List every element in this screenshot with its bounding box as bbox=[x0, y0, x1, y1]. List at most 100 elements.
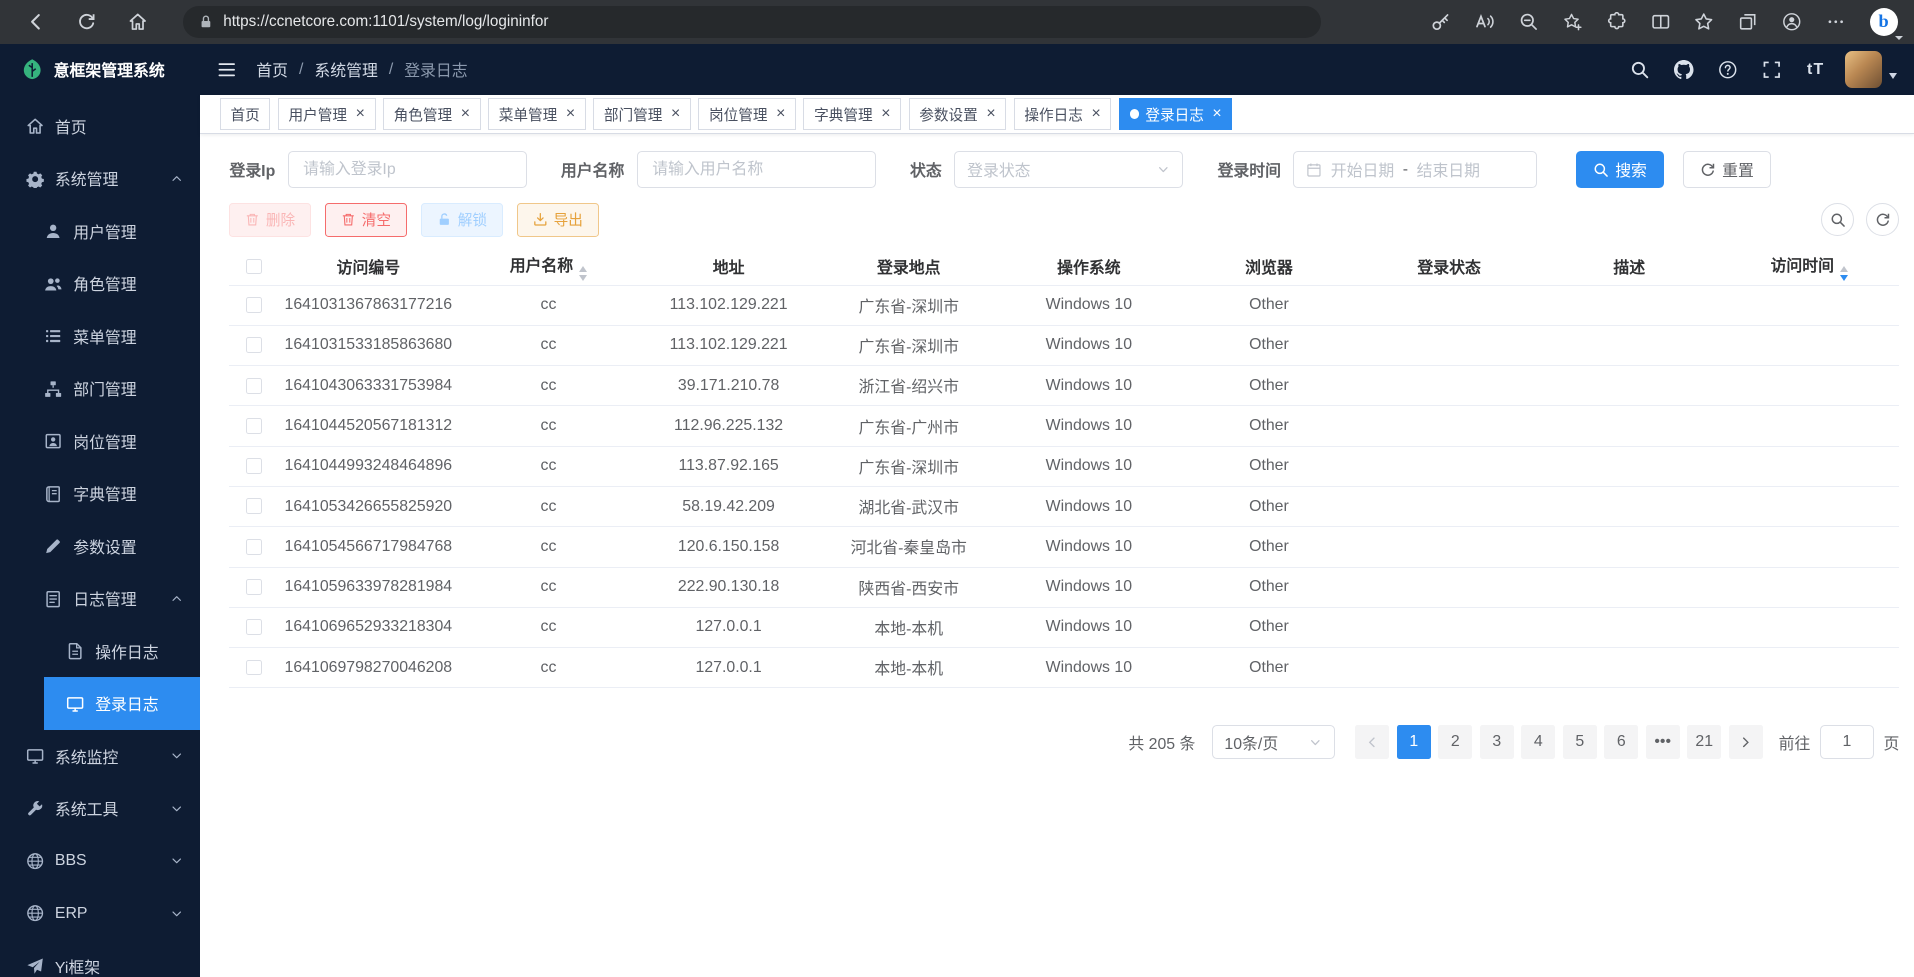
favorites-icon[interactable] bbox=[1686, 4, 1723, 41]
app-logo[interactable]: 意框架管理系统 bbox=[0, 44, 200, 95]
add-favorite-icon[interactable] bbox=[1554, 4, 1591, 41]
sidebar-item-system-management[interactable]: 系统管理 bbox=[0, 153, 200, 205]
tab-home[interactable]: 首页 bbox=[220, 98, 271, 130]
more-pages-button[interactable]: ••• bbox=[1646, 725, 1680, 759]
tab-dict-management[interactable]: 字典管理× bbox=[803, 98, 901, 130]
login-time-range-picker[interactable]: 开始日期 - 结束日期 bbox=[1293, 151, 1537, 188]
sidebar-item-user-management[interactable]: 用户管理 bbox=[0, 205, 200, 257]
browser-home-icon[interactable] bbox=[120, 4, 157, 41]
sidebar-item-dict-management[interactable]: 字典管理 bbox=[0, 467, 200, 519]
search-button[interactable]: 搜索 bbox=[1576, 151, 1663, 188]
close-tab-icon[interactable]: × bbox=[776, 106, 785, 122]
font-size-icon[interactable]: tT bbox=[1801, 55, 1830, 84]
unlock-button[interactable]: 解锁 bbox=[421, 203, 502, 237]
sidebar-item-bbs[interactable]: BBS bbox=[0, 835, 200, 887]
prev-page-button[interactable] bbox=[1355, 725, 1389, 759]
sidebar-item-system-monitor[interactable]: 系统监控 bbox=[0, 730, 200, 782]
row-checkbox[interactable] bbox=[246, 619, 262, 635]
read-aloud-icon[interactable] bbox=[1466, 4, 1503, 41]
browser-back-icon[interactable] bbox=[17, 4, 54, 41]
close-tab-icon[interactable]: × bbox=[1212, 106, 1221, 122]
row-checkbox[interactable] bbox=[246, 378, 262, 394]
select-all-checkbox[interactable] bbox=[246, 259, 262, 275]
collections-icon[interactable] bbox=[1730, 4, 1767, 41]
row-checkbox[interactable] bbox=[246, 498, 262, 514]
goto-label: 前往 bbox=[1779, 731, 1811, 754]
tab-login-log[interactable]: 登录日志× bbox=[1119, 98, 1233, 130]
tab-dept-management[interactable]: 部门管理× bbox=[593, 98, 691, 130]
close-tab-icon[interactable]: × bbox=[881, 106, 890, 122]
browser-profile-icon[interactable] bbox=[1774, 4, 1811, 41]
copilot-icon[interactable]: b bbox=[1863, 4, 1905, 41]
sort-carets-icon[interactable] bbox=[579, 266, 587, 280]
address-bar[interactable]: https://ccnetcore.com:1101/system/log/lo… bbox=[183, 6, 1321, 38]
user-avatar[interactable] bbox=[1845, 51, 1882, 88]
reset-button[interactable]: 重置 bbox=[1683, 151, 1770, 188]
user-name-input[interactable] bbox=[637, 151, 876, 188]
page-button-4[interactable]: 4 bbox=[1521, 725, 1555, 759]
breadcrumb-system-management[interactable]: 系统管理 bbox=[314, 58, 377, 81]
password-manager-icon[interactable] bbox=[1422, 4, 1459, 41]
delete-button[interactable]: 删除 bbox=[229, 203, 310, 237]
sidebar-item-login-log[interactable]: 登录日志 bbox=[44, 677, 200, 729]
row-checkbox[interactable] bbox=[246, 458, 262, 474]
extensions-icon[interactable] bbox=[1598, 4, 1635, 41]
toggle-search-button[interactable] bbox=[1821, 203, 1854, 236]
zoom-icon[interactable] bbox=[1510, 4, 1547, 41]
sidebar-item-home[interactable]: 首页 bbox=[0, 100, 200, 152]
close-tab-icon[interactable]: × bbox=[1091, 106, 1100, 122]
close-tab-icon[interactable]: × bbox=[356, 106, 365, 122]
sidebar-item-yi-framework[interactable]: Yi框架 bbox=[0, 940, 200, 977]
status-select[interactable]: 登录状态 bbox=[954, 151, 1183, 188]
refresh-table-button[interactable] bbox=[1866, 203, 1899, 236]
sidebar-item-log-management[interactable]: 日志管理 bbox=[0, 572, 200, 624]
close-tab-icon[interactable]: × bbox=[671, 106, 680, 122]
close-tab-icon[interactable]: × bbox=[566, 106, 575, 122]
tab-role-management[interactable]: 角色管理× bbox=[383, 98, 481, 130]
close-tab-icon[interactable]: × bbox=[986, 106, 995, 122]
page-button-6[interactable]: 6 bbox=[1604, 725, 1638, 759]
help-icon[interactable] bbox=[1713, 55, 1742, 84]
sidebar-item-param-settings[interactable]: 参数设置 bbox=[0, 520, 200, 572]
tab-menu-management[interactable]: 菜单管理× bbox=[488, 98, 586, 130]
split-screen-icon[interactable] bbox=[1642, 4, 1679, 41]
fullscreen-icon[interactable] bbox=[1757, 55, 1786, 84]
row-checkbox[interactable] bbox=[246, 579, 262, 595]
page-button-1[interactable]: 1 bbox=[1397, 725, 1431, 759]
page-size-select[interactable]: 10条/页 bbox=[1212, 725, 1334, 759]
sidebar-item-role-management[interactable]: 角色管理 bbox=[0, 258, 200, 310]
site-info-lock-icon[interactable] bbox=[198, 14, 214, 30]
tab-param-settings[interactable]: 参数设置× bbox=[909, 98, 1007, 130]
tab-post-management[interactable]: 岗位管理× bbox=[698, 98, 796, 130]
tab-operation-log[interactable]: 操作日志× bbox=[1014, 98, 1112, 130]
sort-carets-icon[interactable] bbox=[1840, 266, 1848, 280]
sidebar-toggle-icon[interactable] bbox=[217, 60, 237, 80]
github-icon[interactable] bbox=[1669, 55, 1698, 84]
page-button-21[interactable]: 21 bbox=[1687, 725, 1721, 759]
row-checkbox[interactable] bbox=[246, 418, 262, 434]
sidebar-item-erp[interactable]: ERP bbox=[0, 887, 200, 939]
browser-refresh-icon[interactable] bbox=[68, 4, 105, 41]
sidebar-item-post-management[interactable]: 岗位管理 bbox=[0, 415, 200, 467]
sidebar-item-system-tools[interactable]: 系统工具 bbox=[0, 782, 200, 834]
row-checkbox[interactable] bbox=[246, 337, 262, 353]
row-checkbox[interactable] bbox=[246, 297, 262, 313]
row-checkbox[interactable] bbox=[246, 660, 262, 676]
page-button-2[interactable]: 2 bbox=[1438, 725, 1472, 759]
export-button[interactable]: 导出 bbox=[517, 203, 598, 237]
page-button-5[interactable]: 5 bbox=[1563, 725, 1597, 759]
sidebar-item-operation-log[interactable]: 操作日志 bbox=[0, 625, 200, 677]
breadcrumb-home[interactable]: 首页 bbox=[256, 58, 288, 81]
next-page-button[interactable] bbox=[1729, 725, 1763, 759]
header-search-icon[interactable] bbox=[1625, 55, 1654, 84]
tab-user-management[interactable]: 用户管理× bbox=[278, 98, 376, 130]
goto-page-input[interactable] bbox=[1820, 725, 1874, 759]
row-checkbox[interactable] bbox=[246, 539, 262, 555]
sidebar-item-menu-management[interactable]: 菜单管理 bbox=[0, 310, 200, 362]
close-tab-icon[interactable]: × bbox=[461, 106, 470, 122]
login-ip-input[interactable] bbox=[288, 151, 527, 188]
page-button-3[interactable]: 3 bbox=[1480, 725, 1514, 759]
sidebar-item-dept-management[interactable]: 部门管理 bbox=[0, 363, 200, 415]
clear-button[interactable]: 清空 bbox=[325, 203, 406, 237]
browser-menu-icon[interactable] bbox=[1818, 4, 1855, 41]
